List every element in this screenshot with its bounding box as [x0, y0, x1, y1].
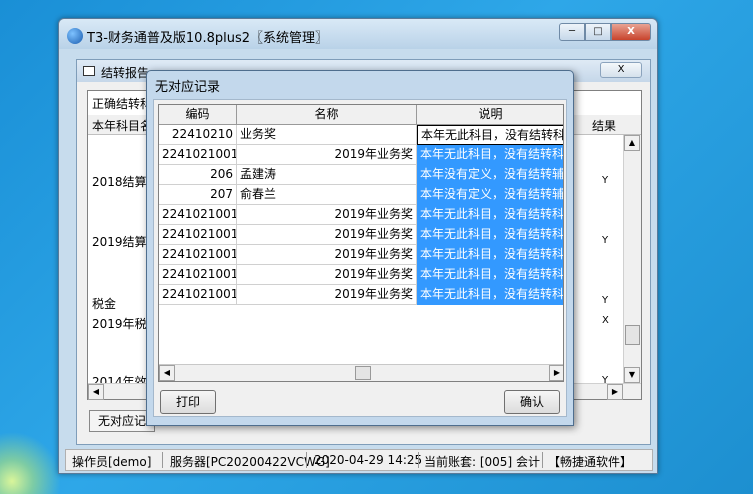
row-desc: 本年没有定义，没有结转辅 — [417, 165, 563, 185]
scroll-thumb[interactable] — [625, 325, 640, 345]
row-name: 孟建涛 — [237, 165, 417, 185]
row-code: 2241021001 — [159, 145, 237, 165]
status-account: 当前账套: [005] 会计 — [424, 455, 540, 469]
report-close-button[interactable]: X — [600, 62, 642, 78]
row-name: 业务奖 — [237, 125, 417, 145]
status-separator — [418, 452, 419, 468]
minimize-button[interactable]: ─ — [559, 23, 585, 41]
report-result-header: 结果 — [592, 119, 617, 133]
status-vendor: 【畅捷通软件】 — [548, 455, 633, 469]
close-button[interactable]: X — [611, 23, 651, 41]
row-name: 2019年业务奖 — [237, 265, 417, 285]
print-button[interactable]: 打印 — [160, 390, 216, 414]
row-desc: 本年无此科目，没有结转科 — [417, 245, 563, 265]
report-window-icon — [83, 66, 95, 76]
scroll-left-icon[interactable]: ◀ — [159, 365, 175, 381]
no-match-dialog: 无对应记录 编码 名称 说明 22410210 业务奖 本年无此科目，没有结转科… — [146, 70, 574, 426]
app-icon — [67, 28, 83, 44]
row-code: 2241021001 — [159, 245, 237, 265]
scroll-left-icon[interactable]: ◀ — [88, 384, 104, 400]
report-cell: 税金 — [92, 297, 117, 311]
row-name: 2019年业务奖 — [237, 225, 417, 245]
table-row[interactable]: 206 孟建涛 本年没有定义，没有结转辅 — [159, 165, 563, 185]
report-result-cell: Y — [602, 175, 609, 186]
scroll-down-icon[interactable]: ▼ — [624, 367, 640, 383]
row-code: 206 — [159, 165, 237, 185]
main-titlebar[interactable]: T3-财务通普及版10.8plus2〖系统管理〗 ─ □ X — [59, 19, 657, 49]
row-code: 22410210 — [159, 125, 237, 145]
row-name: 2019年业务奖 — [237, 145, 417, 165]
table-row[interactable]: 2241021001 2019年业务奖 本年无此科目，没有结转科 — [159, 285, 563, 305]
table-row[interactable]: 2241021001 2019年业务奖 本年无此科目，没有结转科 — [159, 225, 563, 245]
table-row[interactable]: 2241021001 2019年业务奖 本年无此科目，没有结转科 — [159, 265, 563, 285]
confirm-button[interactable]: 确认 — [504, 390, 560, 414]
scroll-thumb[interactable] — [355, 366, 371, 380]
records-grid-header: 编码 名称 说明 — [159, 105, 563, 125]
column-header-name[interactable]: 名称 — [237, 105, 417, 125]
report-result-cell: Y — [602, 235, 609, 246]
dialog-body: 编码 名称 说明 22410210 业务奖 本年无此科目，没有结转科 22410… — [153, 99, 567, 417]
column-header-desc[interactable]: 说明 — [417, 105, 563, 125]
row-name: 俞春兰 — [237, 185, 417, 205]
report-result-cell: X — [602, 315, 609, 326]
row-desc: 本年无此科目，没有结转科 — [417, 125, 563, 145]
row-name: 2019年业务奖 — [237, 245, 417, 265]
status-operator: 操作员[demo] — [72, 455, 152, 469]
row-code: 2241021001 — [159, 225, 237, 245]
report-window-title: 结转报告 — [101, 66, 150, 80]
row-code: 207 — [159, 185, 237, 205]
row-desc: 本年无此科目，没有结转科 — [417, 285, 563, 305]
row-name: 2019年业务奖 — [237, 285, 417, 305]
row-desc: 本年无此科目，没有结转科 — [417, 205, 563, 225]
desktop-glow — [0, 430, 60, 494]
table-row[interactable]: 2241021001 2019年业务奖 本年无此科目，没有结转科 — [159, 245, 563, 265]
row-desc: 本年没有定义，没有结转辅 — [417, 185, 563, 205]
row-code: 2241021001 — [159, 285, 237, 305]
row-desc: 本年无此科目，没有结转科 — [417, 265, 563, 285]
status-bar: 操作员[demo] 服务器[PC20200422VCWG] 2020-04-29… — [65, 449, 653, 471]
table-row[interactable]: 22410210 业务奖 本年无此科目，没有结转科 — [159, 125, 563, 145]
row-desc: 本年无此科目，没有结转科 — [417, 225, 563, 245]
table-row[interactable]: 2241021001 2019年业务奖 本年无此科目，没有结转科 — [159, 205, 563, 225]
table-row[interactable]: 207 俞春兰 本年没有定义，没有结转辅 — [159, 185, 563, 205]
dialog-title: 无对应记录 — [155, 80, 221, 95]
status-separator — [542, 452, 543, 468]
records-horizontal-scrollbar[interactable]: ◀ ▶ — [159, 364, 563, 381]
records-grid[interactable]: 编码 名称 说明 22410210 业务奖 本年无此科目，没有结转科 22410… — [158, 104, 564, 382]
row-desc: 本年无此科目，没有结转科 — [417, 145, 563, 165]
scroll-right-icon[interactable]: ▶ — [607, 384, 623, 400]
report-col1-header: 本年科目名 — [92, 119, 153, 133]
maximize-button[interactable]: □ — [585, 23, 611, 41]
status-separator — [162, 452, 163, 468]
row-code: 2241021001 — [159, 265, 237, 285]
status-separator — [306, 452, 307, 468]
main-window-title: T3-财务通普及版10.8plus2〖系统管理〗 — [87, 31, 328, 46]
report-result-cell: Y — [602, 295, 609, 306]
status-datetime: 2020-04-29 14:25 — [314, 453, 423, 467]
scroll-up-icon[interactable]: ▲ — [624, 135, 640, 151]
row-name: 2019年业务奖 — [237, 205, 417, 225]
column-header-code[interactable]: 编码 — [159, 105, 237, 125]
table-row[interactable]: 2241021001 2019年业务奖 本年无此科目，没有结转科 — [159, 145, 563, 165]
row-code: 2241021001 — [159, 205, 237, 225]
report-vertical-scrollbar[interactable]: ▲ ▼ — [623, 135, 641, 383]
report-header-left: 正确结转科 — [92, 97, 153, 111]
scroll-right-icon[interactable]: ▶ — [549, 365, 563, 381]
